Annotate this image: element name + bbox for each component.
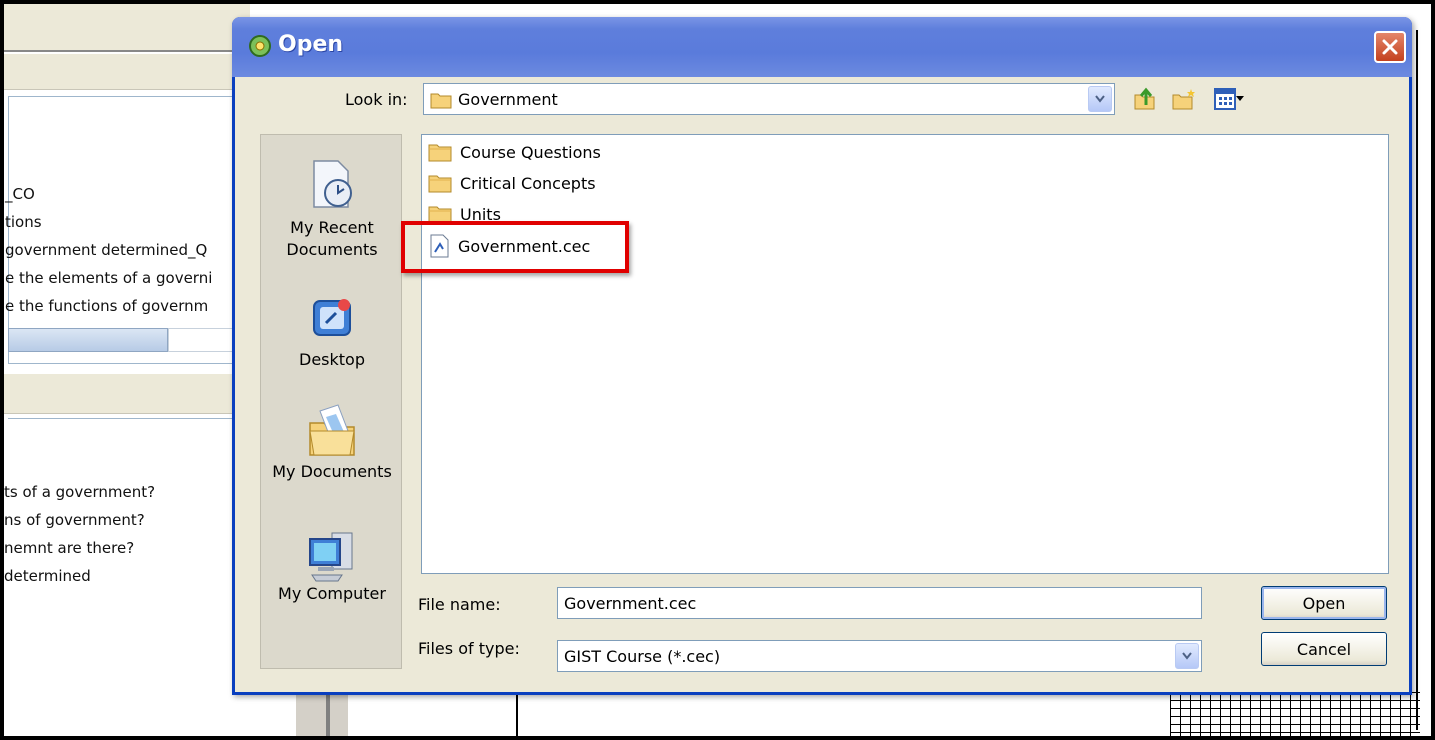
background-line: nemnt are there? xyxy=(4,539,135,557)
background-line: ts of a government? xyxy=(4,483,156,501)
recent-documents-icon xyxy=(313,160,352,208)
background-line: _CO xyxy=(5,185,35,203)
dialog-titlebar[interactable]: Open xyxy=(232,17,1412,77)
place-label-recent: My Recent Documents xyxy=(286,218,378,259)
view-menu-button[interactable] xyxy=(1207,85,1251,113)
file-name-field[interactable]: Government.cec xyxy=(557,587,1202,619)
place-label-my-documents: My Documents xyxy=(272,462,392,481)
new-folder-icon xyxy=(1172,89,1195,110)
my-documents-icon xyxy=(309,404,355,456)
look-in-select[interactable]: Government xyxy=(423,83,1115,115)
background-line: ns of government? xyxy=(4,511,145,529)
list-item-folder[interactable]: Course Questions xyxy=(428,139,601,165)
selection-highlight-box xyxy=(401,221,629,273)
places-bar: My Recent Documents Desktop My Documents xyxy=(260,134,402,669)
background-toolbar xyxy=(0,0,250,52)
files-of-type-dropdown-button[interactable] xyxy=(1175,643,1199,669)
view-grid-icon xyxy=(1214,88,1236,110)
place-label-my-computer: My Computer xyxy=(278,584,386,603)
files-of-type-value: GIST Course (*.cec) xyxy=(564,647,721,666)
close-icon xyxy=(1382,39,1398,55)
open-button[interactable]: Open xyxy=(1261,586,1387,620)
background-line: government determined_Q xyxy=(5,241,208,259)
place-desktop[interactable]: Desktop xyxy=(261,293,403,371)
file-list[interactable]: Course Questions Critical Concepts Units… xyxy=(401,134,1389,574)
background-divider xyxy=(516,695,518,740)
file-name-text: Critical Concepts xyxy=(460,173,596,193)
background-section-header xyxy=(0,374,250,414)
place-label-desktop: Desktop xyxy=(299,350,365,369)
file-name-label: File name: xyxy=(418,595,501,614)
up-one-level-button[interactable] xyxy=(1130,85,1160,113)
place-recent-documents[interactable]: My Recent Documents xyxy=(261,159,403,261)
place-my-documents[interactable]: My Documents xyxy=(261,403,403,483)
chevron-down-icon xyxy=(1182,652,1192,660)
background-line: determined xyxy=(4,567,91,585)
close-button[interactable] xyxy=(1374,31,1406,63)
desktop-icon xyxy=(313,299,351,336)
app-icon xyxy=(249,35,271,57)
background-scrollbar-thumb[interactable] xyxy=(8,328,168,352)
background-grid xyxy=(1170,692,1420,736)
background-scrollbar xyxy=(296,694,348,740)
list-item-folder[interactable]: Critical Concepts xyxy=(428,170,596,196)
create-new-folder-button[interactable] xyxy=(1169,85,1199,113)
background-questions-panel: ts of a government? ns of government? ne… xyxy=(4,418,250,708)
background-line: e the functions of governm xyxy=(5,297,209,315)
background-line: e the elements of a governi xyxy=(5,269,213,287)
look-in-value: Government xyxy=(458,90,558,109)
background-header xyxy=(0,54,250,90)
folder-icon xyxy=(428,175,452,193)
files-of-type-label: Files of type: xyxy=(418,639,520,658)
background-tree-panel: _CO tions government determined_Q e the … xyxy=(5,96,250,364)
background-line: tions xyxy=(5,213,42,231)
chevron-down-icon xyxy=(1236,96,1244,101)
my-computer-icon xyxy=(309,532,353,582)
look-in-dropdown-button[interactable] xyxy=(1088,86,1112,112)
place-my-computer[interactable]: My Computer xyxy=(261,527,403,605)
look-in-label: Look in: xyxy=(345,90,408,109)
folder-up-icon xyxy=(1134,87,1155,110)
open-dialog: Open Look in: Government My Recent Docum… xyxy=(232,17,1412,695)
background-divider xyxy=(1416,30,1418,730)
folder-icon xyxy=(430,93,452,109)
dialog-title: Open xyxy=(278,32,344,57)
files-of-type-select[interactable]: GIST Course (*.cec) xyxy=(557,640,1202,672)
file-name-text: Course Questions xyxy=(460,142,601,162)
cancel-button[interactable]: Cancel xyxy=(1261,632,1387,666)
folder-icon xyxy=(428,144,452,162)
chevron-down-icon xyxy=(1095,95,1105,103)
